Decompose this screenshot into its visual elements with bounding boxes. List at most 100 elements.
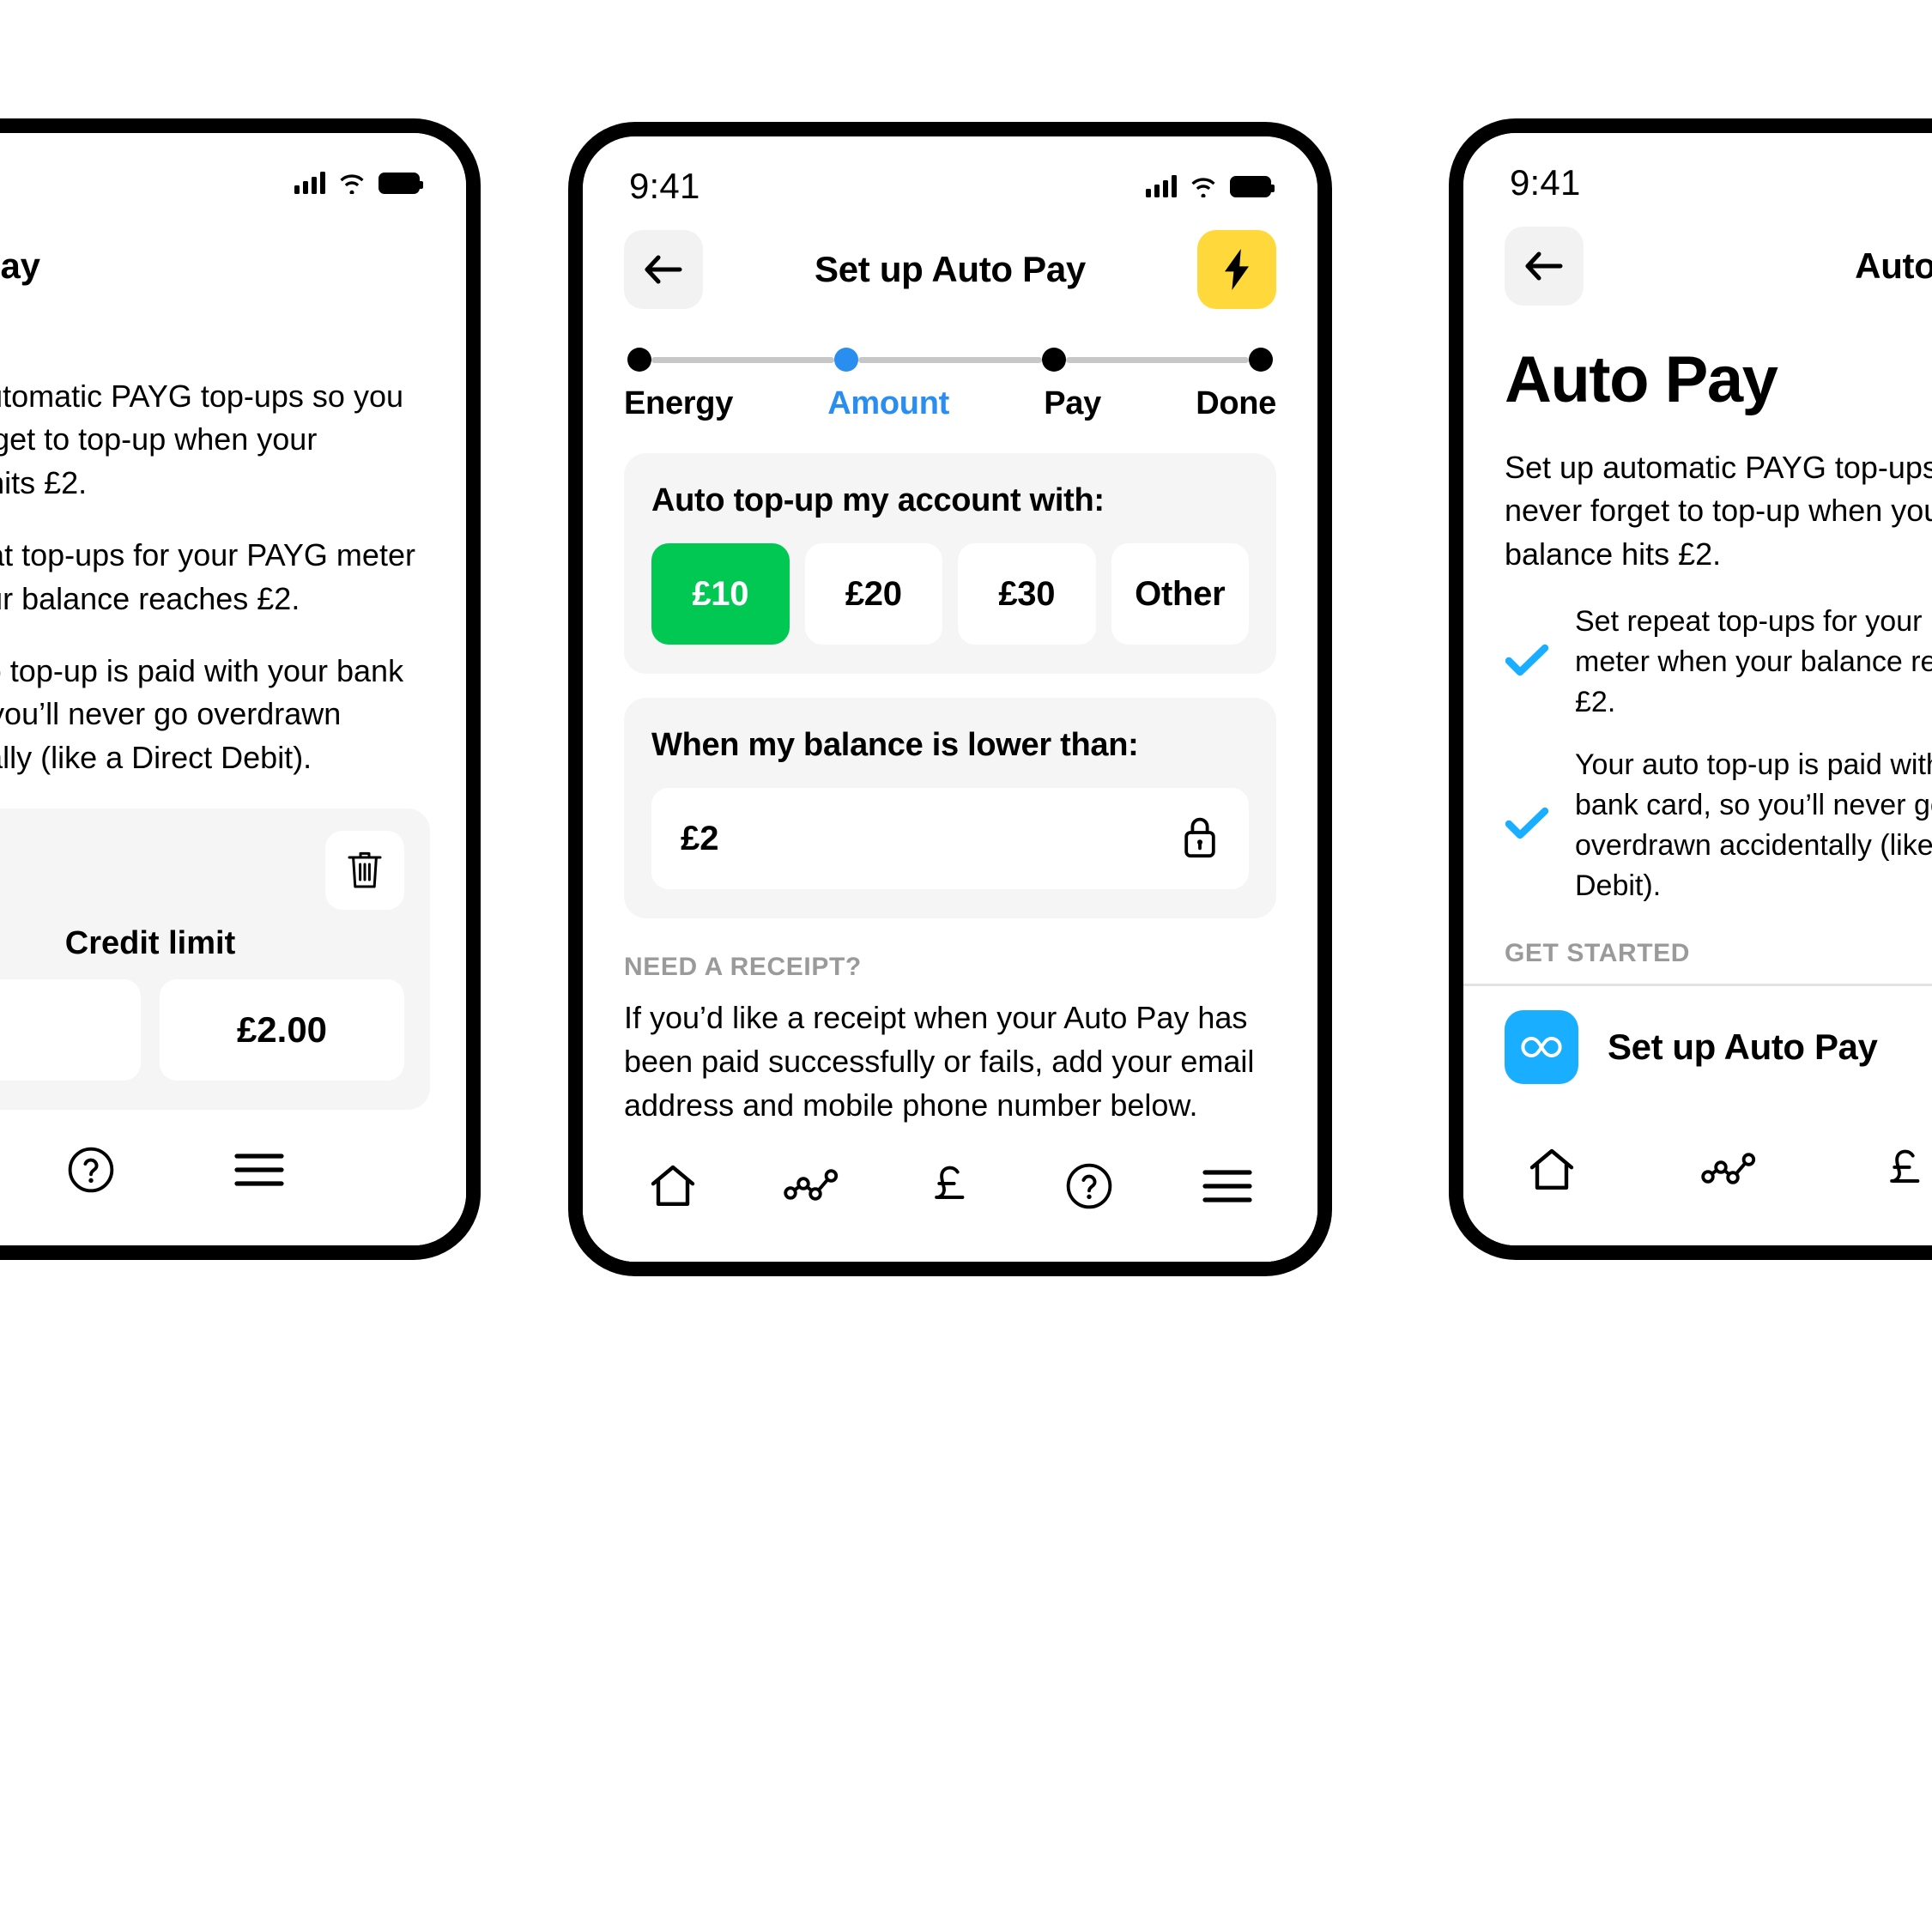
phone-right: 9:41 Auto Pay Auto Pay Set up automatic … xyxy=(1449,118,1932,1260)
battery-full-icon xyxy=(1230,175,1275,197)
credit-limit-field-hidden[interactable] xyxy=(0,979,141,1081)
step-dot-amount[interactable] xyxy=(834,348,859,372)
benefits-list: Set repeat top-ups for your PAYG meter w… xyxy=(1463,576,1932,905)
left-description: Set up automatic PAYG top-ups so you nev… xyxy=(0,375,466,779)
tab-bar-middle xyxy=(583,1133,1317,1262)
lock-closed-icon xyxy=(1180,814,1220,864)
status-time: 9:41 xyxy=(1510,162,1581,203)
left-paragraph-3: Your auto top-up is paid with your bank … xyxy=(0,652,404,775)
left-paragraph-1: Set up automatic PAYG top-ups so you nev… xyxy=(0,379,403,500)
balance-threshold-title: When my balance is lower than: xyxy=(651,727,1139,763)
get-started-eyebrow: GET STARTED xyxy=(1505,938,1691,967)
cellular-bars-icon xyxy=(1146,175,1177,197)
receipt-body: If you’d like a receipt when your Auto P… xyxy=(624,1000,1255,1123)
progress-stepper: Energy Amount Pay Done xyxy=(583,317,1317,429)
list-item-text: Set repeat top-ups for your PAYG meter w… xyxy=(1575,605,1932,718)
tab-pound[interactable] xyxy=(1858,1127,1932,1213)
step-dot-pay[interactable] xyxy=(1041,348,1066,372)
step-line-3 xyxy=(1065,356,1249,363)
arrow-left-icon xyxy=(645,255,682,284)
amount-option-other[interactable]: Other xyxy=(1111,543,1249,645)
list-item-text: Your auto top-up is paid with your bank … xyxy=(1575,748,1932,902)
pound-sterling-icon xyxy=(1890,1149,1920,1183)
question-circle-icon xyxy=(1066,1163,1111,1209)
arrow-left-icon xyxy=(1525,251,1563,281)
credit-limit-value[interactable]: £2.00 xyxy=(160,979,404,1081)
credit-limit-label: Credit limit xyxy=(64,925,236,962)
phone-left-screen: 9:41 Auto Pay Set up automatic PAYG top-… xyxy=(0,133,466,1245)
credit-limit-fields: £2.00 xyxy=(0,979,404,1081)
hamburger-menu-icon xyxy=(234,1154,284,1186)
balance-threshold-field[interactable]: £2 xyxy=(651,788,1249,889)
receipt-eyebrow: NEED A RECEIPT? xyxy=(624,953,862,981)
phone-middle-screen: 9:41 Set up Auto Pay Energy Amount Pay D… xyxy=(583,136,1317,1262)
hamburger-menu-icon xyxy=(1202,1170,1252,1202)
status-bar-right: 9:41 xyxy=(1463,133,1932,212)
tab-help[interactable] xyxy=(44,1127,138,1213)
phone-middle: 9:41 Set up Auto Pay Energy Amount Pay D… xyxy=(568,122,1332,1276)
tab-home[interactable] xyxy=(626,1143,720,1229)
step-line-2 xyxy=(858,356,1042,363)
tab-help[interactable] xyxy=(1042,1143,1136,1229)
list-item: Set repeat top-ups for your PAYG meter w… xyxy=(1505,602,1932,723)
set-up-auto-pay-label: Set up Auto Pay xyxy=(1608,1026,1878,1067)
page-title: Auto Pay xyxy=(0,245,40,286)
step-label-pay[interactable]: Pay xyxy=(1044,385,1101,422)
check-icon xyxy=(1505,806,1549,845)
nav-bar-middle: Set up Auto Pay xyxy=(583,215,1317,317)
tab-home[interactable] xyxy=(1505,1127,1599,1213)
list-item: Your auto top-up is paid with your bank … xyxy=(1505,745,1932,906)
phone-left: 9:41 Auto Pay Set up automatic PAYG top-… xyxy=(0,118,481,1260)
tab-bar-left xyxy=(0,1117,466,1245)
tab-menu[interactable] xyxy=(212,1127,306,1213)
line-chart-icon xyxy=(784,1169,839,1201)
stepper-labels: Energy Amount Pay Done xyxy=(624,385,1276,422)
battery-full-icon xyxy=(379,172,423,194)
left-paragraph-2: Set repeat top-ups for your PAYG meter w… xyxy=(0,537,415,616)
home-icon xyxy=(1529,1148,1574,1190)
step-label-energy[interactable]: Energy xyxy=(624,385,733,422)
page-title: Auto Pay xyxy=(1855,245,1932,286)
nav-bar-right: Auto Pay xyxy=(1463,212,1932,313)
status-icons xyxy=(294,172,423,195)
stepper-track xyxy=(624,348,1276,372)
tab-bar-right xyxy=(1463,1117,1932,1245)
step-label-done[interactable]: Done xyxy=(1196,385,1276,422)
amount-option-10[interactable]: £10 xyxy=(651,543,790,645)
trash-icon xyxy=(348,852,382,888)
amount-option-20[interactable]: £20 xyxy=(804,543,942,645)
heading: Auto Pay xyxy=(1505,343,1778,416)
auto-topup-amount-card: Auto top-up my account with: £10 £20 £30… xyxy=(624,453,1276,674)
check-icon xyxy=(1505,643,1549,681)
back-button[interactable] xyxy=(1505,227,1584,306)
intro-text: Set up automatic PAYG top-ups so you nev… xyxy=(1505,450,1932,572)
pound-sterling-icon xyxy=(935,1166,965,1199)
back-button[interactable] xyxy=(624,230,703,309)
tab-usage[interactable] xyxy=(1681,1127,1776,1213)
home-icon xyxy=(651,1165,694,1206)
status-bar-left: 9:41 xyxy=(0,133,466,212)
step-dot-done[interactable] xyxy=(1248,348,1273,372)
lightning-button[interactable] xyxy=(1197,230,1276,309)
amount-options: £10 £20 £30 Other xyxy=(651,543,1249,645)
delete-button[interactable] xyxy=(325,831,404,911)
wifi-icon xyxy=(1189,175,1218,198)
cellular-bars-icon xyxy=(294,172,325,194)
screenshot-stage: 9:41 Auto Pay Set up automatic PAYG top-… xyxy=(0,0,1932,1932)
step-label-amount[interactable]: Amount xyxy=(827,385,949,422)
tab-menu[interactable] xyxy=(1180,1143,1275,1229)
step-dot-energy[interactable] xyxy=(627,348,651,372)
phone-right-screen: 9:41 Auto Pay Auto Pay Set up automatic … xyxy=(1463,133,1932,1245)
nav-bar-left: Auto Pay xyxy=(0,212,466,313)
balance-threshold-value: £2 xyxy=(681,819,719,857)
credit-limit-card: Credit limit £2.00 xyxy=(0,809,430,1111)
status-time: 9:41 xyxy=(629,166,700,206)
tab-usage[interactable] xyxy=(764,1143,858,1229)
auto-topup-title: Auto top-up my account with: xyxy=(651,482,1105,518)
tab-pound[interactable] xyxy=(903,1143,997,1229)
step-line-1 xyxy=(651,356,835,363)
amount-option-30[interactable]: £30 xyxy=(958,543,1096,645)
infinity-icon xyxy=(1505,1009,1578,1084)
line-chart-icon xyxy=(1701,1153,1756,1184)
set-up-auto-pay-row[interactable]: Set up Auto Pay xyxy=(1463,986,1932,1108)
